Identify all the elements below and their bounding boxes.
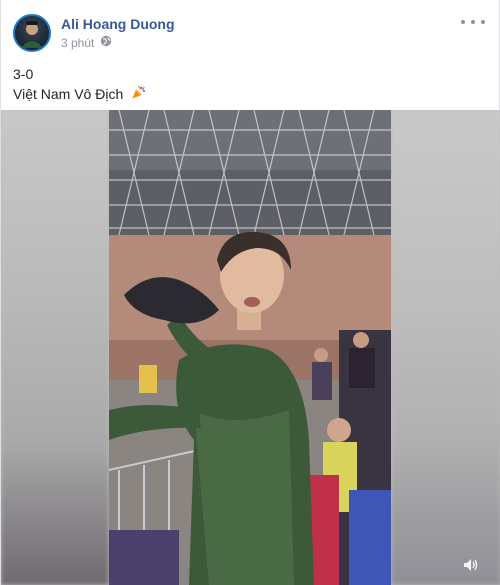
video-player[interactable] [1,110,500,585]
video-blur-left [1,110,109,585]
post-text-line2: Việt Nam Vô Địch [13,86,124,102]
party-popper-icon [130,85,146,106]
post-meta: Ali Hoang Duong 3 phút [61,15,175,51]
post-timestamp[interactable]: 3 phút [61,35,94,51]
post-text: 3-0 Việt Nam Vô Địch [13,64,146,106]
speaker-icon[interactable] [463,558,479,577]
video-frame [109,110,391,585]
globe-icon[interactable] [100,35,112,51]
more-options-icon[interactable] [461,14,485,30]
post-text-line1: 3-0 [13,66,34,82]
avatar[interactable] [13,14,51,52]
author-name[interactable]: Ali Hoang Duong [61,15,175,33]
post-header: Ali Hoang Duong 3 phút [13,12,175,54]
facebook-post: Ali Hoang Duong 3 phút 3-0 Việt Nam Vô Đ… [0,0,500,585]
post-subline: 3 phút [61,35,175,51]
post-text-line2-row: Việt Nam Vô Địch [13,84,146,106]
video-blur-right [391,110,500,585]
